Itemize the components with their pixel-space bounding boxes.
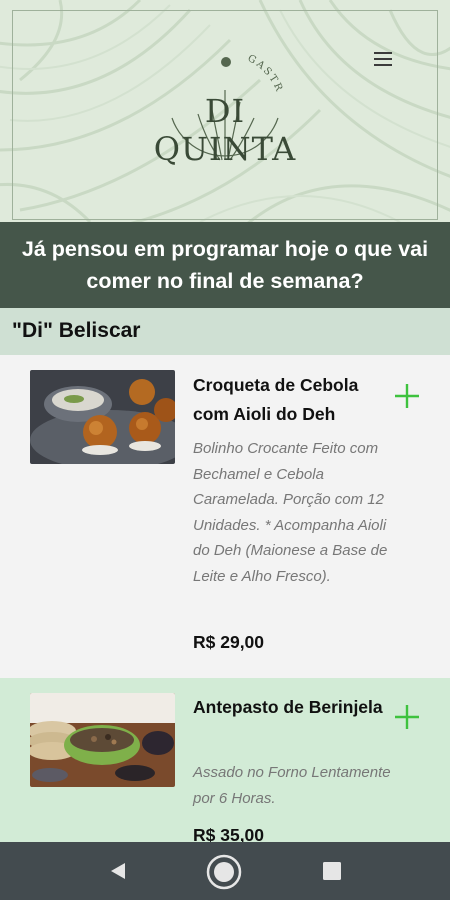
menu-item[interactable]: Croqueta de Cebola com Aioli do Deh Boli…	[0, 355, 450, 678]
menu-item[interactable]: Antepasto de Berinjela Assado no Forno L…	[0, 678, 450, 842]
brand-name: DI QUINTA	[153, 92, 297, 168]
system-navigation-bar	[0, 842, 450, 900]
promo-banner: Já pensou em programar hoje o que vai co…	[0, 222, 450, 308]
item-photo-croqueta[interactable]	[30, 370, 175, 464]
home-circle-icon[interactable]	[205, 853, 243, 891]
app-header: GASTRONOMIA DI QUINTA	[0, 0, 450, 222]
hamburger-menu-icon[interactable]	[374, 52, 392, 68]
recent-square-icon[interactable]	[322, 862, 342, 880]
category-header: "Di" Beliscar	[0, 308, 450, 355]
item-name[interactable]: Antepasto de Berinjela	[193, 693, 383, 722]
item-name[interactable]: Croqueta de Cebola com Aioli do Deh	[193, 371, 383, 429]
item-price: R$ 35,00	[193, 825, 265, 842]
back-triangle-icon[interactable]	[108, 861, 128, 881]
plus-icon[interactable]	[392, 702, 422, 732]
item-photo-antepasto[interactable]	[30, 693, 175, 787]
item-description: Bolinho Crocante Feito com Bechamel e Ce…	[193, 440, 388, 585]
plus-icon[interactable]	[392, 381, 422, 411]
brand-logo[interactable]: GASTRONOMIA DI QUINTA	[144, 22, 300, 170]
item-price: R$ 29,00	[193, 632, 265, 652]
svg-text:GASTRONOMIA: GASTRONOMIA	[150, 30, 285, 95]
promo-banner-text: Já pensou em programar hoje o que vai co…	[21, 236, 429, 293]
brand-top-text: GASTRONOMIA	[144, 22, 283, 95]
item-description: Assado no Forno Lentamente por 6 Horas.	[193, 764, 391, 807]
category-title: "Di" Beliscar	[12, 319, 141, 342]
